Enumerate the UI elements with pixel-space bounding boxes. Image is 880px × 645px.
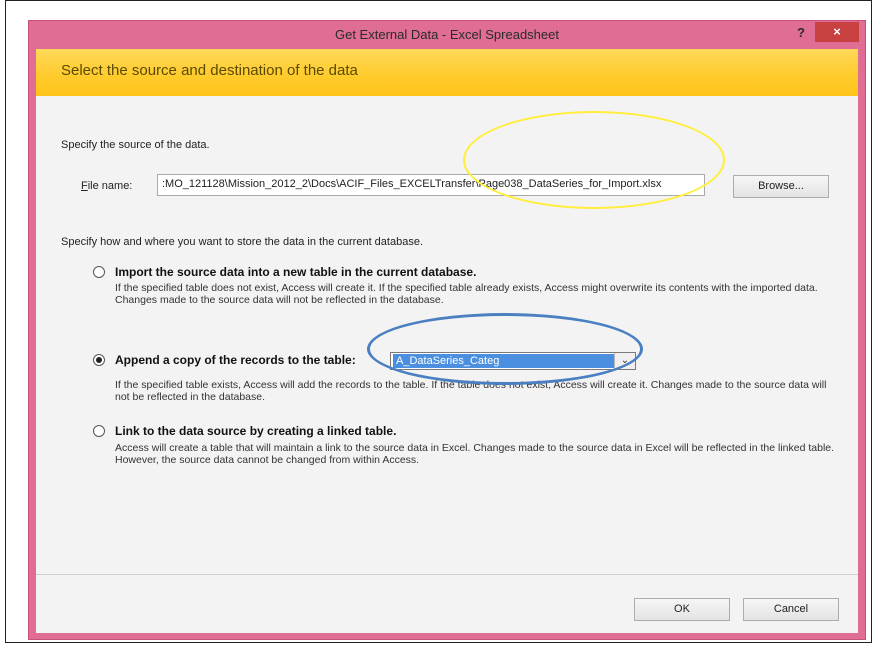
- cancel-button[interactable]: Cancel: [743, 598, 839, 621]
- radio-link[interactable]: [93, 425, 105, 437]
- file-name-label-rest: ile name:: [87, 180, 133, 192]
- footer-divider: [36, 574, 858, 575]
- storage-prompt: Specify how and where you want to store …: [61, 236, 424, 248]
- source-prompt: Specify the source of the data.: [61, 139, 210, 151]
- highlight-ellipse-blue: [367, 313, 643, 385]
- window-title: Get External Data - Excel Spreadsheet: [334, 27, 559, 42]
- option-append-title[interactable]: Append a copy of the records to the tabl…: [115, 353, 356, 367]
- option-import-desc: If the specified table does not exist, A…: [115, 282, 818, 306]
- browse-label: Browse...: [758, 180, 804, 192]
- radio-import[interactable]: [93, 266, 105, 278]
- radio-append-selected-dot: [96, 357, 102, 363]
- highlight-ellipse-yellow: [463, 111, 725, 209]
- ok-label: OK: [674, 603, 690, 615]
- ok-button[interactable]: OK: [634, 598, 730, 621]
- option-link-title[interactable]: Link to the data source by creating a li…: [115, 424, 396, 438]
- header-title: Select the source and destination of the…: [61, 62, 358, 79]
- file-name-label: File name:: [81, 180, 133, 192]
- header-band: Select the source and destination of the…: [36, 49, 858, 96]
- close-button[interactable]: ×: [815, 22, 859, 42]
- option-import-title[interactable]: Import the source data into a new table …: [115, 265, 476, 279]
- option-link-desc: Access will create a table that will mai…: [115, 442, 835, 466]
- cancel-label: Cancel: [773, 603, 809, 615]
- radio-append[interactable]: [93, 354, 105, 366]
- help-button[interactable]: ?: [791, 23, 811, 43]
- browse-button[interactable]: Browse...: [733, 175, 829, 198]
- title-bar[interactable]: Get External Data - Excel Spreadsheet ? …: [29, 21, 865, 49]
